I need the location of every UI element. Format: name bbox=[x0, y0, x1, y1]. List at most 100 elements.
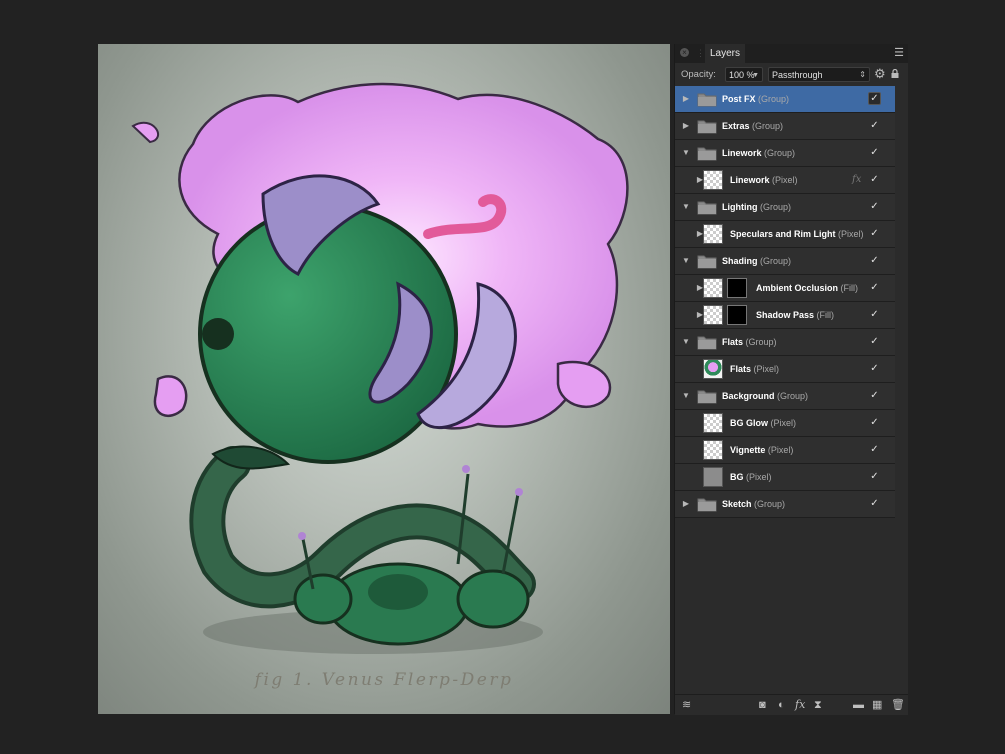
layer-row[interactable]: Flats (Pixel) ✓ bbox=[675, 356, 895, 383]
checker-layer-icon[interactable]: ▦ bbox=[872, 698, 882, 712]
layer-type: (Group) bbox=[760, 202, 792, 212]
layer-thumbnail bbox=[703, 440, 723, 460]
visibility-checkbox[interactable]: ✓ bbox=[868, 335, 881, 348]
stepper-icon: ⇕ bbox=[859, 70, 866, 79]
tab-layers[interactable]: Layers bbox=[705, 44, 745, 63]
layer-row[interactable]: ▶ Extras (Group) ✓ bbox=[675, 113, 895, 140]
blend-mode-value: Passthrough bbox=[772, 70, 823, 80]
opacity-row: Opacity: 100 % ▼ Passthrough ⇕ ⚙ bbox=[675, 63, 908, 86]
chevron-down-icon[interactable]: ▼ bbox=[681, 201, 691, 213]
layer-row[interactable]: ▼ Shading (Group) ✓ bbox=[675, 248, 895, 275]
layers-list: ▶ Post FX (Group) ✓ ▶ Extras (Group) ✓ ▼ Linewo… bbox=[675, 86, 895, 518]
visibility-checkbox[interactable]: ✓ bbox=[868, 470, 881, 483]
layer-row[interactable]: ▶ Ambient Occlusion (Fill) ✓ bbox=[675, 275, 895, 302]
document-canvas[interactable]: fig 1. Venus Flerp-Derp bbox=[98, 44, 670, 714]
layer-type: (Fill) bbox=[816, 310, 835, 320]
layer-type: (Group) bbox=[745, 337, 777, 347]
folder-icon bbox=[697, 496, 717, 516]
layer-type: (Pixel) bbox=[753, 364, 780, 374]
visibility-checkbox[interactable]: ✓ bbox=[868, 443, 881, 456]
fx-icon[interactable]: fx bbox=[852, 167, 861, 193]
visibility-checkbox[interactable]: ✓ bbox=[868, 227, 881, 240]
layer-label: Flats (Pixel) bbox=[730, 356, 779, 382]
folder-icon[interactable]: ▬ bbox=[853, 698, 864, 712]
layer-label: Speculars and Rim Light (Pixel) bbox=[730, 221, 864, 247]
layer-label: Linework (Pixel) bbox=[730, 167, 798, 193]
visibility-checkbox[interactable]: ✓ bbox=[868, 200, 881, 213]
visibility-checkbox[interactable]: ✓ bbox=[868, 119, 881, 132]
layer-name: BG bbox=[730, 472, 744, 482]
layer-mask-thumbnail bbox=[727, 278, 747, 298]
layer-row[interactable]: BG (Pixel) ✓ bbox=[675, 464, 895, 491]
folder-icon bbox=[697, 199, 717, 219]
mask-icon[interactable]: ◙ bbox=[759, 698, 766, 712]
layer-row[interactable]: ▶ Shadow Pass (Fill) ✓ bbox=[675, 302, 895, 329]
gear-icon[interactable]: ⚙ bbox=[874, 66, 886, 82]
folder-icon bbox=[697, 118, 717, 138]
visibility-checkbox[interactable]: ✓ bbox=[868, 146, 881, 159]
layer-row[interactable]: Vignette (Pixel) ✓ bbox=[675, 437, 895, 464]
layer-type: (Pixel) bbox=[767, 445, 794, 455]
layer-row[interactable]: ▼ Linework (Group) ✓ bbox=[675, 140, 895, 167]
visibility-checkbox[interactable]: ✓ bbox=[868, 308, 881, 321]
folder-icon bbox=[697, 145, 717, 165]
layer-thumbnail bbox=[703, 467, 723, 487]
folder-icon bbox=[697, 91, 717, 111]
layer-name: Linework bbox=[722, 148, 762, 158]
chevron-down-icon[interactable]: ▼ bbox=[681, 336, 691, 348]
layer-row[interactable]: ▶ Post FX (Group) ✓ bbox=[675, 86, 895, 113]
layer-name: Ambient Occlusion bbox=[756, 283, 839, 293]
layer-name: Shadow Pass bbox=[756, 310, 815, 320]
panel-menu-icon[interactable]: ☰ bbox=[894, 46, 904, 59]
layer-type: (Fill) bbox=[840, 283, 859, 293]
layer-thumbnail bbox=[703, 413, 723, 433]
blend-mode-select[interactable]: Passthrough ⇕ bbox=[768, 67, 870, 82]
visibility-checkbox[interactable]: ✓ bbox=[868, 497, 881, 510]
opacity-field[interactable]: 100 % ▼ bbox=[725, 67, 763, 82]
layer-row[interactable]: ▶ Linework (Pixel) fx ✓ bbox=[675, 167, 895, 194]
layer-type: (Group) bbox=[752, 121, 784, 131]
layer-label: Background (Group) bbox=[722, 383, 808, 409]
layer-type: (Pixel) bbox=[838, 229, 864, 239]
folder-icon bbox=[697, 388, 717, 408]
layer-name: Flats bbox=[730, 364, 752, 374]
lock-icon[interactable] bbox=[891, 69, 899, 78]
layer-row[interactable]: BG Glow (Pixel) ✓ bbox=[675, 410, 895, 437]
folder-icon bbox=[697, 334, 717, 354]
hourglass-icon[interactable]: ⧗ bbox=[814, 698, 822, 712]
layer-row[interactable]: ▶ Speculars and Rim Light (Pixel) ✓ bbox=[675, 221, 895, 248]
layers-scrollbar[interactable] bbox=[896, 86, 908, 694]
layer-label: Shadow Pass (Fill) bbox=[756, 302, 834, 328]
layer-label: Linework (Group) bbox=[722, 140, 795, 166]
adjustment-icon[interactable]: ◐ bbox=[778, 698, 785, 712]
trash-icon[interactable]: 🗑 bbox=[891, 698, 905, 712]
chevron-down-icon[interactable]: ▼ bbox=[681, 255, 691, 267]
panel-close-icon[interactable]: × bbox=[680, 48, 689, 57]
layer-row[interactable]: ▼ Lighting (Group) ✓ bbox=[675, 194, 895, 221]
visibility-checkbox[interactable]: ✓ bbox=[868, 173, 881, 186]
layer-row[interactable]: ▶ Sketch (Group) ✓ bbox=[675, 491, 895, 518]
layer-thumbnail bbox=[703, 305, 723, 325]
chevron-down-icon[interactable]: ▼ bbox=[681, 147, 691, 159]
visibility-checkbox[interactable]: ✓ bbox=[868, 416, 881, 429]
visibility-checkbox[interactable]: ✓ bbox=[868, 389, 881, 402]
chevron-down-icon[interactable]: ▼ bbox=[681, 390, 691, 402]
layer-row[interactable]: ▼ Flats (Group) ✓ bbox=[675, 329, 895, 356]
layer-name: Post FX bbox=[722, 94, 756, 104]
visibility-checkbox[interactable]: ✓ bbox=[868, 254, 881, 267]
chevron-right-icon[interactable]: ▶ bbox=[681, 498, 691, 510]
layer-row[interactable]: ▼ Background (Group) ✓ bbox=[675, 383, 895, 410]
layers-stack-icon[interactable]: ≋ bbox=[682, 698, 691, 712]
layer-type: (Group) bbox=[777, 391, 809, 401]
visibility-checkbox[interactable]: ✓ bbox=[868, 362, 881, 375]
chevron-right-icon[interactable]: ▶ bbox=[681, 120, 691, 132]
chevron-right-icon[interactable]: ▶ bbox=[681, 93, 691, 105]
artwork-caption: fig 1. Venus Flerp-Derp bbox=[254, 670, 514, 690]
visibility-checkbox[interactable]: ✓ bbox=[868, 92, 881, 105]
layer-name: Linework bbox=[730, 175, 770, 185]
fx-icon[interactable]: fx bbox=[795, 698, 805, 712]
visibility-checkbox[interactable]: ✓ bbox=[868, 281, 881, 294]
panel-footer: ≋ ◙ ◐ fx ⧗ ▬ ▦ 🗑 bbox=[675, 694, 908, 715]
layer-name: Flats bbox=[722, 337, 744, 347]
layer-name: BG Glow bbox=[730, 418, 768, 428]
